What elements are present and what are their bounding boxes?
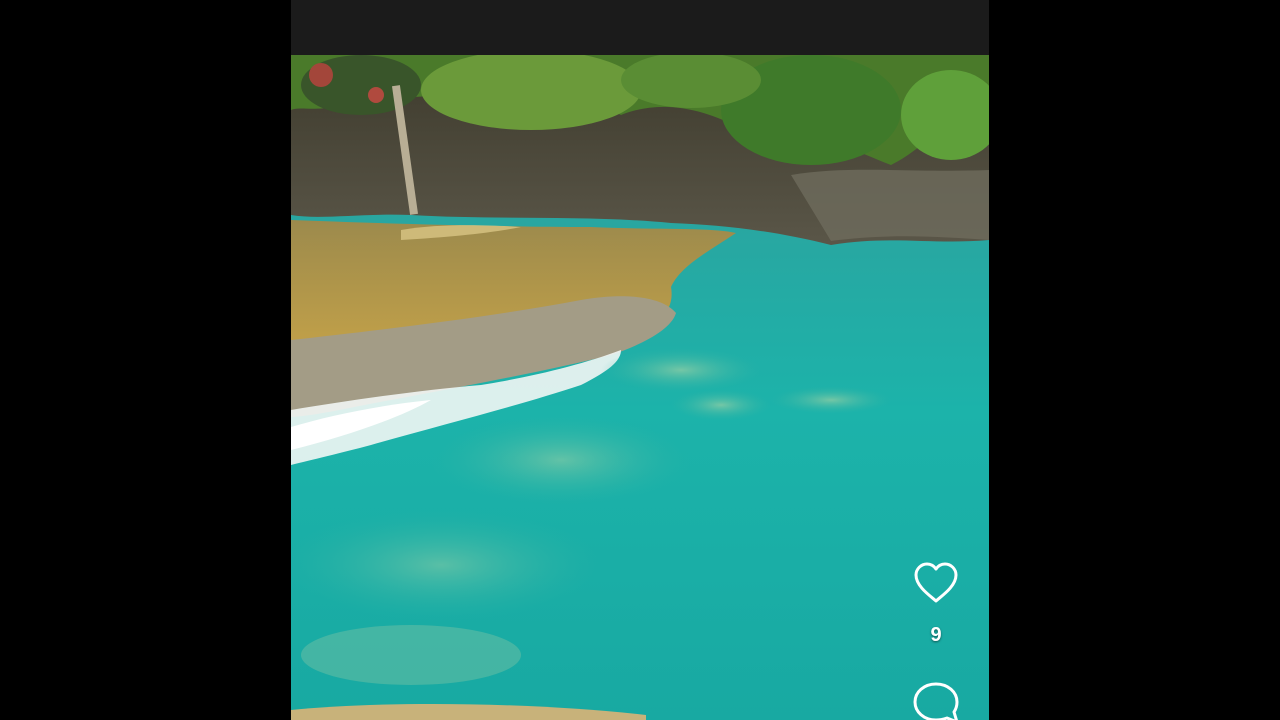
comment-bubble-icon (913, 682, 959, 720)
heart-outline-icon (914, 562, 958, 603)
like-button[interactable] (910, 558, 962, 608)
like-count: 9 (930, 624, 942, 646)
video-top-bar (291, 0, 989, 55)
video-frame-nature-scene (291, 55, 989, 720)
video-player[interactable]: 9 (291, 0, 989, 720)
comment-button[interactable] (910, 680, 962, 720)
